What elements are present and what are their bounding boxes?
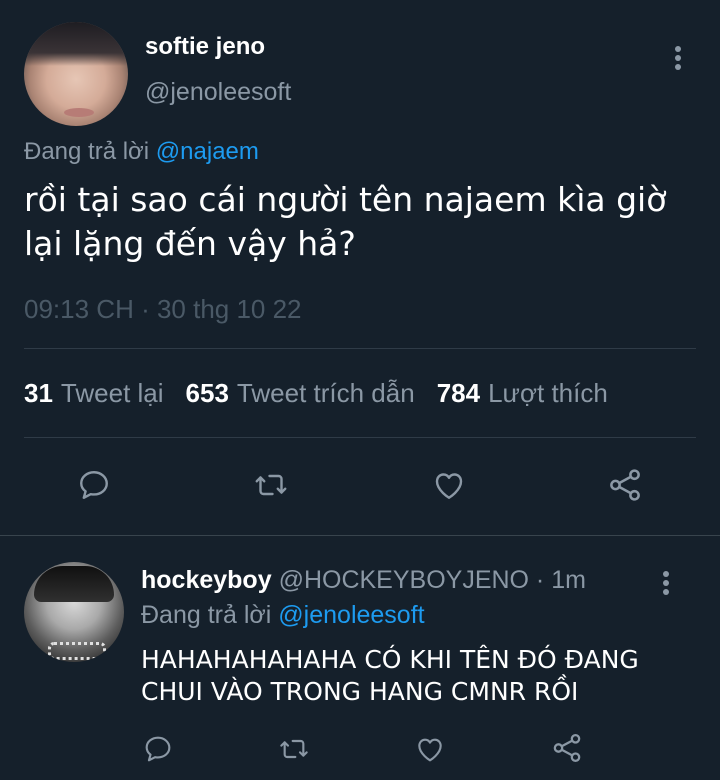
share-icon[interactable] — [606, 466, 644, 504]
replying-prefix: Đang trả lời — [141, 601, 272, 629]
reply-avatar[interactable] — [24, 562, 124, 662]
share-icon[interactable] — [550, 731, 584, 765]
reply-text: HAHAHAHAHAHA CÓ KHI TÊN ĐÓ ĐANG CHUI VÀO… — [141, 645, 639, 706]
display-name[interactable]: softie jeno — [145, 33, 265, 61]
reply-icon[interactable] — [76, 467, 112, 503]
reply-header: hockeyboy @HOCKEYBOYJENO · 1m — [141, 566, 586, 595]
avatar-chain — [48, 642, 106, 660]
reply-icon[interactable] — [142, 733, 174, 765]
likes-stat[interactable]: 784 Lượt thích — [437, 378, 630, 408]
replying-to: Đang trả lời @najaem — [24, 138, 259, 166]
tweet-stats: 31 Tweet lại 653 Tweet trích dẫn 784 Lượt thí… — [24, 378, 630, 409]
tweet-separator — [0, 535, 720, 536]
retweet-icon[interactable] — [277, 733, 311, 765]
more-options-icon[interactable] — [652, 567, 680, 599]
replying-mention-link[interactable]: @jenoleesoft — [278, 601, 424, 629]
likes-label: Lượt thích — [488, 378, 608, 408]
reply-display-name[interactable]: hockeyboy — [141, 566, 272, 594]
more-options-icon[interactable] — [664, 40, 692, 76]
reply-handle-time[interactable]: @HOCKEYBOYJENO · 1m — [279, 566, 586, 594]
replying-mention-link[interactable]: @najaem — [156, 138, 259, 165]
avatar-hair — [24, 22, 128, 66]
quotes-count: 653 — [185, 378, 229, 408]
retweets-label: Tweet lại — [60, 378, 164, 408]
replying-prefix: Đang trả lời — [24, 138, 150, 165]
avatar-hair — [34, 566, 114, 602]
likes-count: 784 — [436, 378, 481, 408]
avatar-lip — [64, 108, 94, 117]
avatar[interactable] — [24, 22, 128, 126]
divider — [24, 348, 696, 349]
like-icon[interactable] — [413, 733, 447, 765]
reply-replying-to: Đang trả lời @jenoleesoft — [141, 601, 425, 630]
quotes-stat[interactable]: 653 Tweet trích dẫn — [186, 378, 437, 408]
quotes-label: Tweet trích dẫn — [236, 378, 415, 408]
tweet-timestamp[interactable]: 09:13 CH · 30 thg 10 22 — [24, 294, 302, 325]
like-icon[interactable] — [430, 467, 468, 503]
user-handle[interactable]: @jenoleesoft — [145, 78, 291, 107]
tweet-text: rồi tại sao cái người tên najaem kìa giờ… — [24, 180, 667, 263]
retweets-stat[interactable]: 31 Tweet lại — [24, 378, 186, 408]
retweets-count: 31 — [24, 378, 53, 408]
retweet-icon[interactable] — [252, 467, 290, 503]
divider — [24, 437, 696, 438]
